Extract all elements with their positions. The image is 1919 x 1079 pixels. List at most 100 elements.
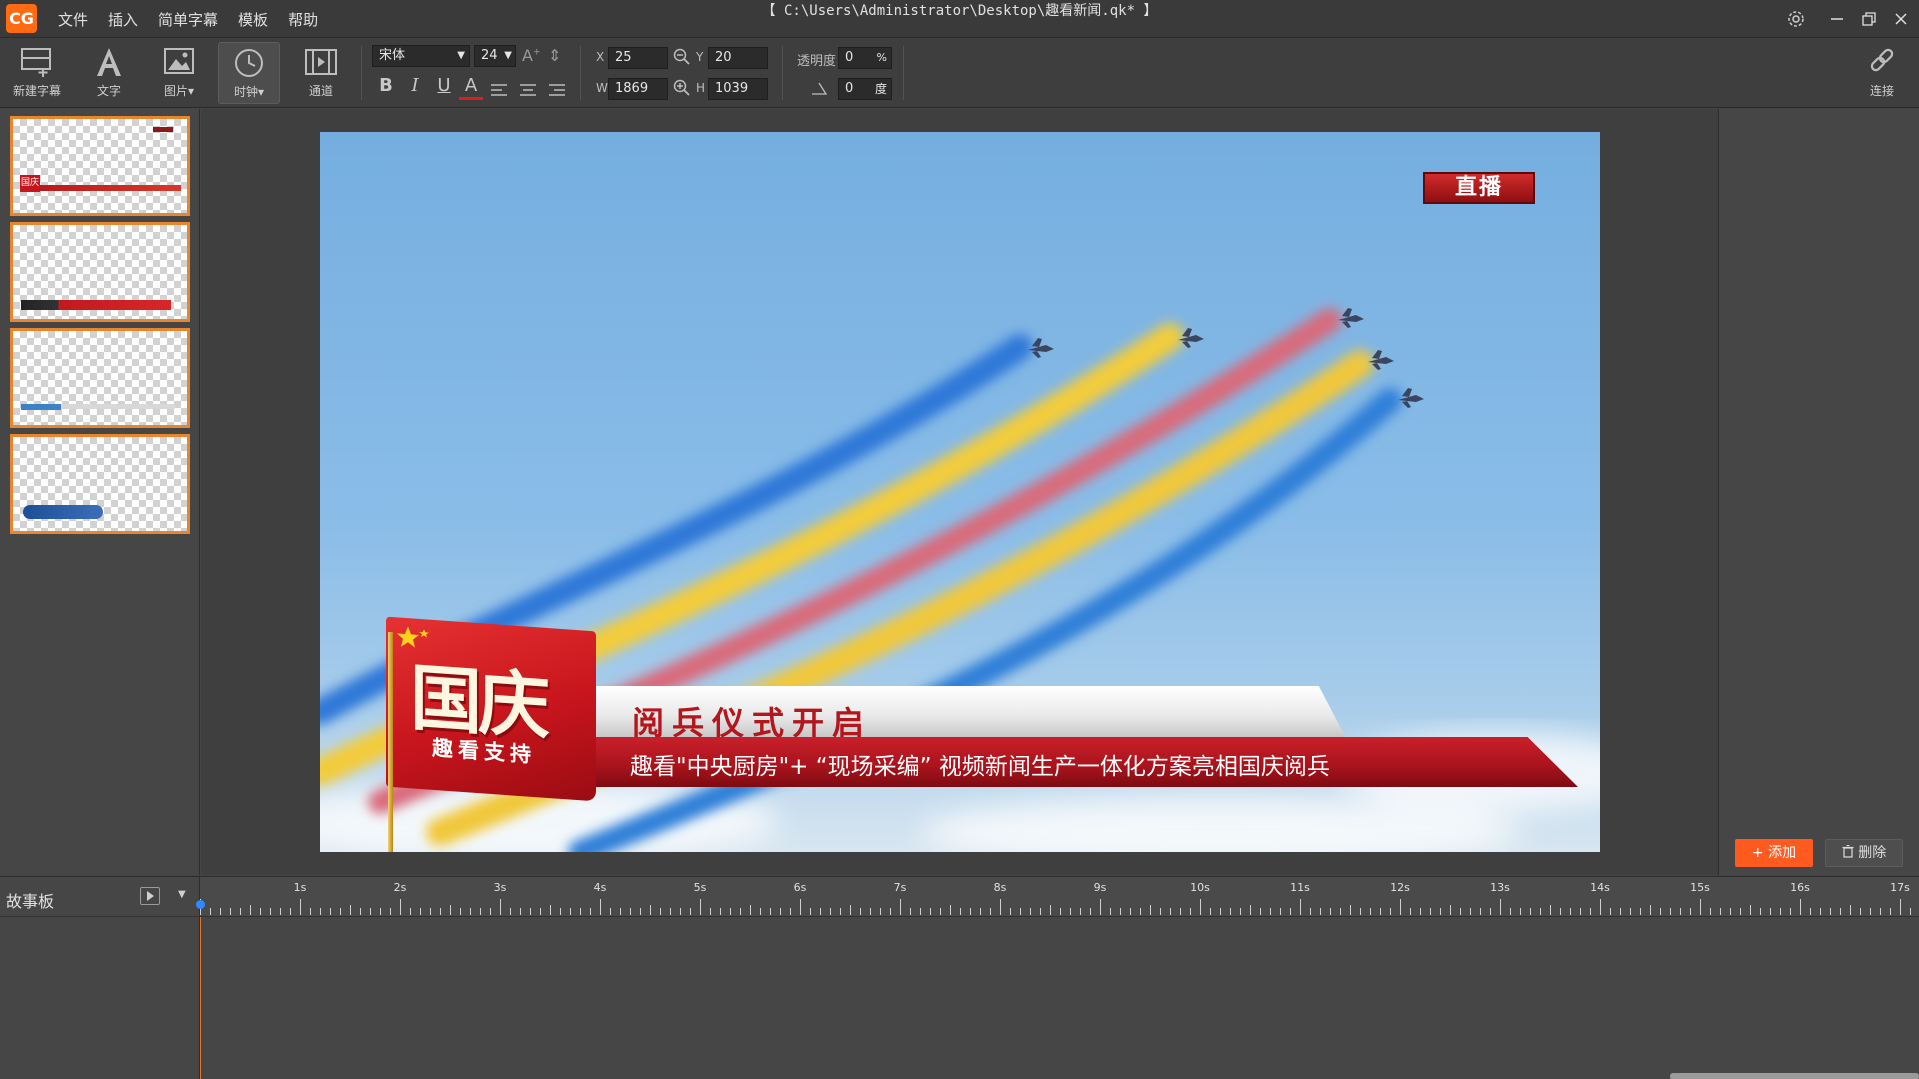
ruler-tick-label: 16s xyxy=(1790,881,1810,894)
add-button[interactable]: + 添加 xyxy=(1735,839,1813,867)
text-button[interactable]: 文字 xyxy=(78,42,140,104)
text-label: 文字 xyxy=(96,84,121,98)
timeline-scrollbar[interactable] xyxy=(1670,1073,1919,1079)
storyboard-track-list: 故事板 ▼ xyxy=(0,877,200,1079)
toolbar: 新建字幕 文字 图片▾ 时钟▾ 通道 宋体 ▼ 24 ▼ A+ ⇕ B I U … xyxy=(0,38,1919,108)
thumb-bar xyxy=(21,185,181,191)
font-size-value: 24 xyxy=(481,48,498,63)
x-label: X xyxy=(596,50,605,64)
ruler-tick-label: 3s xyxy=(493,881,507,894)
menu-insert[interactable]: 插入 xyxy=(108,9,138,30)
flag-pole xyxy=(388,632,393,852)
align-right-icon[interactable] xyxy=(548,82,566,102)
align-center-icon[interactable] xyxy=(519,82,537,102)
menu-help[interactable]: 帮助 xyxy=(288,9,318,30)
w-label: W xyxy=(596,81,608,95)
rotation-input[interactable]: 0 度 xyxy=(838,78,892,100)
page-thumbnail[interactable] xyxy=(10,434,190,534)
chevron-down-icon: ▼ xyxy=(504,50,512,61)
delete-button[interactable]: 删除 xyxy=(1825,839,1903,867)
national-day-flag[interactable]: 国庆 趣看支持 xyxy=(386,616,596,802)
menu-template[interactable]: 模板 xyxy=(238,9,268,30)
opacity-input[interactable]: 0 % xyxy=(838,47,892,69)
font-size-select[interactable]: 24 ▼ xyxy=(474,45,516,67)
ruler-tick-label: 5s xyxy=(693,881,707,894)
ruler-tick-label: 7s xyxy=(893,881,907,894)
italic-button[interactable]: I xyxy=(403,75,427,96)
toolbar-separator xyxy=(580,46,581,100)
rotation-unit: 度 xyxy=(874,82,887,96)
toolbar-separator xyxy=(782,46,783,100)
page-thumbnail[interactable]: 国庆 xyxy=(10,116,190,216)
play-button[interactable] xyxy=(140,887,160,905)
ruler-tick-label: 11s xyxy=(1290,881,1310,894)
height-input[interactable]: 1039 xyxy=(708,78,768,100)
menu-simple-caption[interactable]: 简单字幕 xyxy=(158,9,218,30)
ruler-tick-label: 13s xyxy=(1490,881,1510,894)
ruler-ticks xyxy=(200,899,1911,915)
app-logo: CG xyxy=(6,4,37,33)
opacity-value: 0 xyxy=(845,50,854,65)
width-input[interactable]: 1869 xyxy=(608,78,668,100)
image-button[interactable]: 图片▾ xyxy=(148,42,210,104)
bold-button[interactable]: B xyxy=(374,75,398,96)
chevron-down-icon[interactable]: ▼ xyxy=(178,889,186,900)
ruler-tick-label: 15s xyxy=(1690,881,1710,894)
close-icon[interactable] xyxy=(1885,0,1917,38)
new-caption-icon xyxy=(21,48,51,77)
settings-icon[interactable] xyxy=(1780,0,1812,38)
y-input[interactable]: 20 xyxy=(708,47,768,69)
x-input[interactable]: 25 xyxy=(608,47,668,69)
subline-bar[interactable]: 趣看"中央厨房"+ “现场采编” 视频新闻生产一体化方案亮相国庆阅兵 xyxy=(570,737,1578,787)
new-caption-button[interactable]: 新建字幕 xyxy=(6,42,68,104)
link-button[interactable]: 连接 xyxy=(1852,42,1912,104)
font-color-button[interactable]: A xyxy=(459,75,483,100)
clock-button[interactable]: 时钟▾ xyxy=(218,42,280,104)
h-label: H xyxy=(696,81,706,95)
page-thumbnail[interactable] xyxy=(10,222,190,322)
playhead-line xyxy=(200,917,201,1079)
channel-label: 通道 xyxy=(308,84,333,98)
play-icon xyxy=(147,891,154,901)
live-badge[interactable]: 直播 xyxy=(1423,172,1535,204)
ruler-tick-label: 12s xyxy=(1390,881,1410,894)
trash-icon xyxy=(1842,844,1854,858)
chevron-down-icon: ▼ xyxy=(457,50,465,61)
menu-file[interactable]: 文件 xyxy=(58,9,88,30)
playhead[interactable] xyxy=(196,900,205,909)
clock-icon xyxy=(235,49,263,77)
menu-bar: 文件 插入 简单字幕 模板 帮助 xyxy=(58,0,338,38)
zoom-out-icon[interactable] xyxy=(673,48,691,70)
thumb-bar xyxy=(61,404,175,409)
ruler-tick-label: 9s xyxy=(1093,881,1107,894)
image-icon xyxy=(164,48,194,74)
line-spacing-icon[interactable]: ⇕ xyxy=(548,46,561,65)
page-thumbnail[interactable] xyxy=(10,328,190,428)
new-caption-label: 新建字幕 xyxy=(12,84,61,98)
storyboard-label: 故事板 xyxy=(6,892,55,911)
align-left-icon[interactable] xyxy=(490,82,508,102)
preview-canvas[interactable]: 直播 阅兵仪式开启 趣看"中央厨房"+ “现场采编” 视频新闻生产一体化方案亮相… xyxy=(320,132,1600,852)
channel-button[interactable]: 通道 xyxy=(290,42,352,104)
flag-subtitle: 趣看支持 xyxy=(432,735,536,768)
title-bar: CG 文件 插入 简单字幕 模板 帮助 【 C:\Users\Administr… xyxy=(0,0,1919,38)
font-grow-icon[interactable]: A+ xyxy=(522,46,541,65)
underline-button[interactable]: U xyxy=(432,75,456,96)
ruler-tick-label: 8s xyxy=(993,881,1007,894)
rotation-value: 0 xyxy=(845,81,854,96)
thumb-bar xyxy=(21,404,61,410)
opacity-label: 透明度 xyxy=(797,54,837,69)
image-label: 图片▾ xyxy=(163,84,195,98)
subline-text: 趣看"中央厨房"+ “现场采编” 视频新闻生产一体化方案亮相国庆阅兵 xyxy=(630,754,1330,780)
text-icon xyxy=(97,48,121,76)
channel-icon xyxy=(305,49,337,75)
y-label: Y xyxy=(696,50,704,64)
ruler-tick-label: 10s xyxy=(1190,881,1210,894)
opacity-unit: % xyxy=(876,51,887,64)
restore-icon[interactable] xyxy=(1853,0,1885,38)
zoom-in-icon[interactable] xyxy=(673,79,691,101)
timeline-ruler[interactable]: 1s 2s 3s 4s 5s 6s 7s 8s 9s 10s 11s 12s 13s 14s 15s 16s 1… xyxy=(196,877,1919,917)
ruler-tick-label: 4s xyxy=(593,881,607,894)
font-name-select[interactable]: 宋体 ▼ xyxy=(372,45,470,67)
minimize-icon[interactable] xyxy=(1821,0,1853,38)
